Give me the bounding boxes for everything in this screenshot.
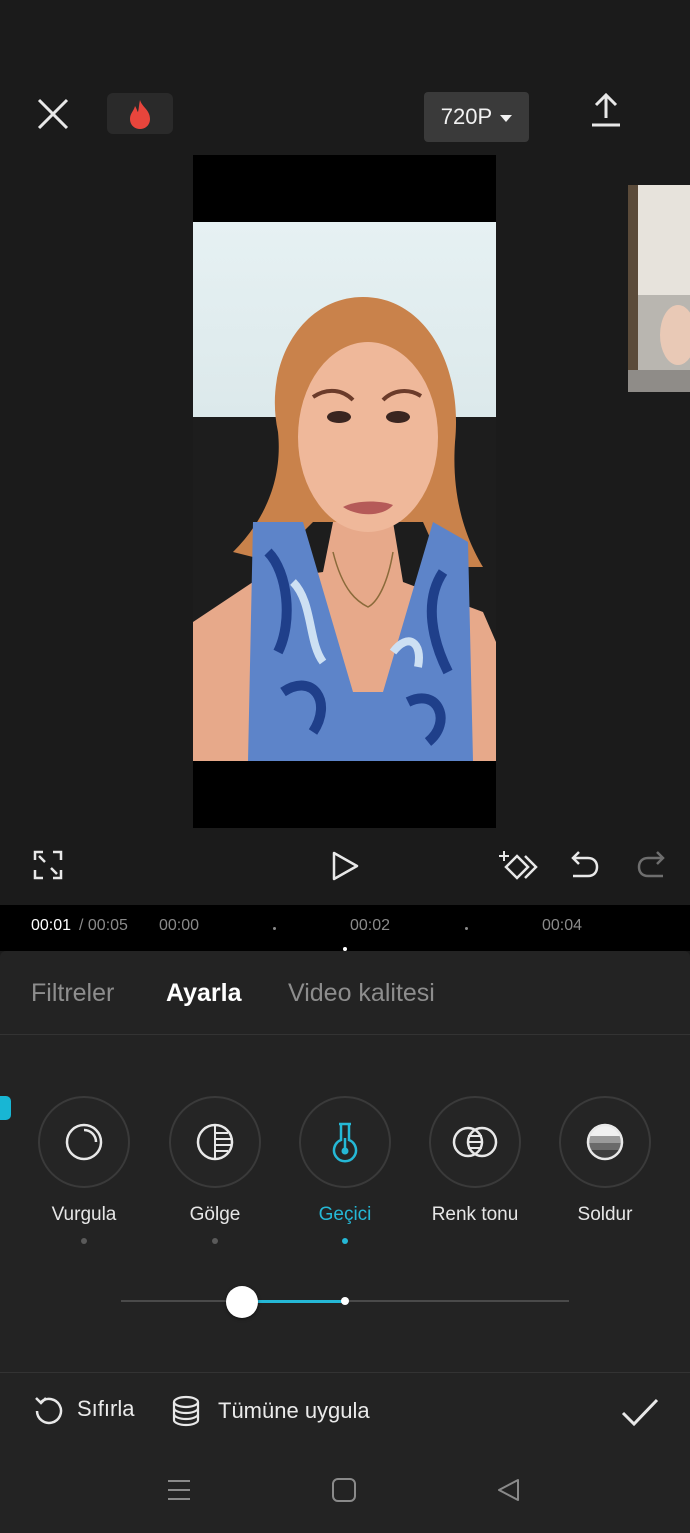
- fullscreen-icon: [33, 850, 63, 880]
- apply-all-button[interactable]: Tümüne uygula: [170, 1395, 370, 1427]
- tool-temperature-circle: [299, 1096, 391, 1188]
- tool-highlight[interactable]: Vurgula: [38, 1096, 130, 1244]
- layers-stack-icon: [172, 1395, 200, 1427]
- tab-adjust[interactable]: Ayarla: [166, 979, 242, 1008]
- tool-hue[interactable]: Renk tonu: [429, 1096, 521, 1226]
- home-square-icon: [332, 1478, 356, 1502]
- resolution-label: 720P: [440, 104, 493, 129]
- checkmark-icon: [621, 1398, 659, 1427]
- ruler-tick-label: 00:02: [350, 917, 391, 934]
- back-button[interactable]: [496, 1477, 522, 1508]
- ruler-tick-label: 00:04: [542, 917, 583, 934]
- temperature-icon: [332, 1122, 358, 1163]
- tool-hue-circle: [429, 1096, 521, 1188]
- chevron-down-icon: [500, 114, 513, 122]
- tab-filters[interactable]: Filtreler: [31, 979, 114, 1008]
- menu-lines-icon: [168, 1480, 190, 1500]
- undo-icon: [571, 851, 599, 878]
- redo-icon: [637, 851, 665, 878]
- tool-fade[interactable]: Soldur: [559, 1096, 651, 1226]
- close-icon: [37, 98, 69, 130]
- apply-all-label: Tümüne uygula: [218, 1398, 370, 1423]
- tool-temperature[interactable]: Geçici: [299, 1096, 391, 1244]
- adjust-panel: Filtreler Ayarla Video kalitesi Vurgula: [0, 951, 690, 1533]
- timeline-ruler[interactable]: 00:01 / 00:05 00:00 00:02 00:04: [0, 905, 690, 951]
- top-bar: 720P: [0, 0, 690, 150]
- hue-icon: [452, 1126, 498, 1158]
- ruler-tick-label: 00:00: [159, 917, 200, 934]
- adjust-slider[interactable]: [121, 1286, 569, 1318]
- playback-controls: [0, 845, 690, 895]
- tool-active-dot: [342, 1238, 348, 1244]
- current-time: 00:01: [31, 917, 72, 934]
- tool-modified-dot: [212, 1238, 218, 1244]
- tool-shadow[interactable]: Gölge: [169, 1096, 261, 1244]
- video-frame-image: [193, 222, 496, 761]
- export-upload-icon: [592, 92, 620, 127]
- play-button[interactable]: [330, 850, 360, 887]
- undo-button[interactable]: [568, 850, 600, 887]
- fire-icon: [130, 99, 150, 129]
- ruler-tick-dot: [465, 927, 468, 930]
- reset-label: Sıfırla: [77, 1396, 135, 1421]
- keyframe-button[interactable]: [498, 850, 538, 889]
- action-bar: Sıfırla Tümüne uygula: [0, 1372, 690, 1450]
- redo-button[interactable]: [636, 850, 668, 887]
- fullscreen-button[interactable]: [33, 850, 63, 885]
- tool-label: Gölge: [189, 1204, 241, 1225]
- tool-label: Soldur: [577, 1204, 633, 1225]
- resolution-dropdown[interactable]: 720P: [424, 92, 529, 142]
- back-triangle-icon: [498, 1479, 519, 1501]
- tool-label: Renk tonu: [431, 1204, 519, 1225]
- keyframe-add-icon: [499, 851, 538, 880]
- home-button[interactable]: [331, 1477, 357, 1508]
- reset-icon: [35, 1397, 63, 1425]
- scroll-edge-marker: [0, 1096, 11, 1120]
- system-nav-bar: [0, 1465, 690, 1533]
- tool-fade-circle: [559, 1096, 651, 1188]
- confirm-button[interactable]: [620, 1395, 660, 1431]
- tool-shadow-circle: [169, 1096, 261, 1188]
- reset-button[interactable]: Sıfırla: [33, 1393, 134, 1425]
- tool-label: Vurgula: [51, 1204, 117, 1225]
- slider-handle[interactable]: [225, 1286, 258, 1318]
- close-button[interactable]: [33, 94, 73, 134]
- recent-apps-button[interactable]: [166, 1477, 192, 1508]
- play-icon: [332, 851, 359, 881]
- pro-fire-button[interactable]: [107, 93, 173, 134]
- tool-modified-dot: [81, 1238, 87, 1244]
- next-clip-thumbnail[interactable]: [628, 185, 690, 392]
- shadow-icon: [196, 1123, 234, 1161]
- total-duration: / 00:05: [79, 917, 128, 934]
- tool-label: Geçici: [318, 1204, 372, 1225]
- fade-icon: [586, 1123, 624, 1161]
- tool-highlight-circle: [38, 1096, 130, 1188]
- ruler-tick-dot: [273, 927, 276, 930]
- tab-video-quality[interactable]: Video kalitesi: [288, 979, 435, 1008]
- slider-default-mark: [341, 1297, 349, 1305]
- panel-tabs: Filtreler Ayarla Video kalitesi: [0, 951, 690, 1035]
- highlight-icon: [65, 1123, 103, 1161]
- video-preview-area: [0, 150, 690, 840]
- export-button[interactable]: [588, 90, 624, 130]
